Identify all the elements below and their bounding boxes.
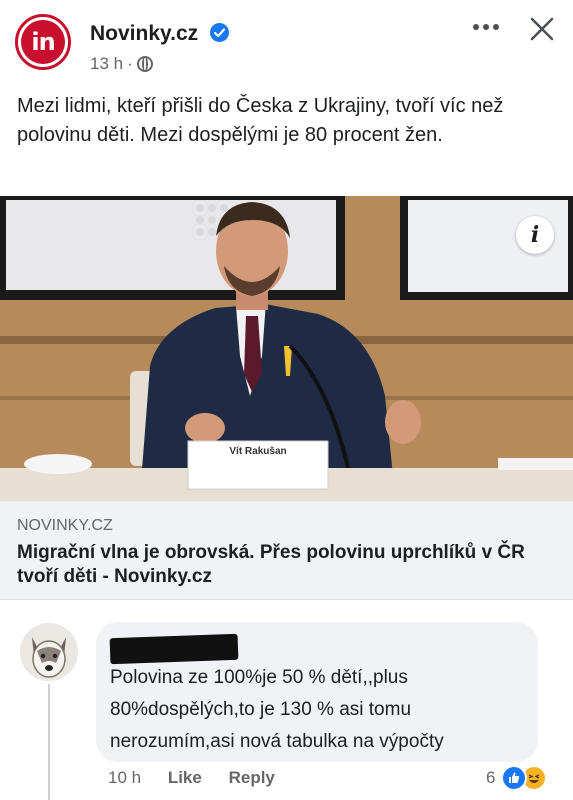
info-button[interactable]: i xyxy=(516,216,554,254)
post-time[interactable]: 13 h xyxy=(90,54,123,74)
reaction-summary[interactable]: 6 xyxy=(486,765,548,791)
link-domain: NOVINKY.CZ xyxy=(17,517,113,534)
post-header: in Novinky.cz 13 h · xyxy=(0,0,573,86)
link-title[interactable]: Migrační vlna je obrovská. Přes polovinu… xyxy=(17,541,562,589)
comment-time[interactable]: 10 h xyxy=(108,768,141,787)
comment-text: Polovina ze 100%je 50 % dětí,,plus 80%do… xyxy=(110,667,444,752)
globe-icon xyxy=(136,56,153,72)
verified-badge-icon xyxy=(210,23,229,42)
post-text: Mezi lidmi, kteří přišli do Česka z Ukra… xyxy=(17,95,504,146)
like-button[interactable]: Like xyxy=(168,768,202,787)
like-reaction-icon xyxy=(501,765,528,791)
close-button[interactable] xyxy=(527,14,557,44)
comment-actions: 10 h Like Reply xyxy=(108,768,297,788)
post-photo[interactable]: Vít Rakušan xyxy=(0,196,573,500)
page-avatar[interactable]: in xyxy=(15,14,71,70)
page-name[interactable]: Novinky.cz xyxy=(90,22,198,45)
close-icon xyxy=(530,17,554,41)
post-meta: 13 h · xyxy=(90,54,153,74)
link-preview[interactable]: NOVINKY.CZ Migrační vlna je obrovská. Př… xyxy=(0,500,573,600)
novinky-logo: in xyxy=(21,20,65,64)
ellipsis-icon xyxy=(473,24,499,30)
reaction-count: 6 xyxy=(486,768,496,787)
comment-bubble: Polovina ze 100%je 50 % dětí,,plus 80%do… xyxy=(96,622,538,762)
thread-line xyxy=(48,684,50,800)
meta-separator: · xyxy=(127,54,133,73)
nameplate-text: Vít Rakušan xyxy=(229,446,287,457)
redacted-name-mark xyxy=(109,633,239,665)
reply-button[interactable]: Reply xyxy=(229,768,275,787)
page-name-link[interactable]: Novinky.cz xyxy=(90,22,229,46)
commenter-avatar[interactable] xyxy=(20,623,78,681)
more-options-button[interactable] xyxy=(470,18,502,40)
dog-avatar-icon xyxy=(20,623,78,681)
